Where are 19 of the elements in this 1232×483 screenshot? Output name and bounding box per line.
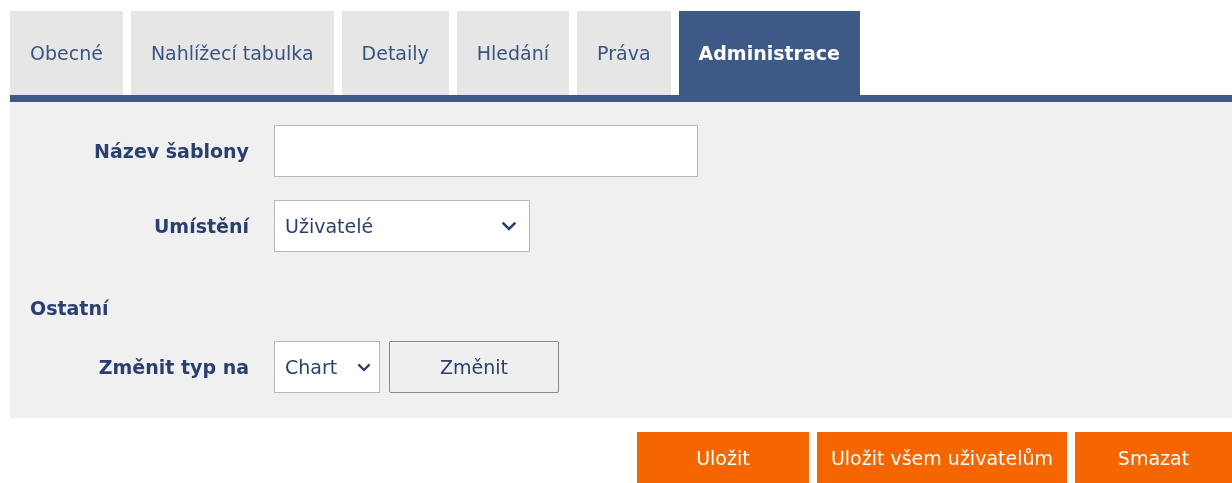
delete-button[interactable]: Smazat xyxy=(1075,432,1232,483)
section-title: Ostatní xyxy=(29,297,110,319)
field-label: Umístění xyxy=(152,215,249,237)
tab[interactable]: Práva xyxy=(577,11,671,95)
change-button[interactable]: Změnit xyxy=(389,341,559,393)
tab[interactable]: Obecné xyxy=(10,11,123,95)
save-button[interactable]: Uložit xyxy=(636,432,809,483)
field-label: Název šablony xyxy=(93,140,249,162)
tab[interactable]: Detaily xyxy=(341,11,449,95)
input-field[interactable] xyxy=(274,125,698,177)
field-label: Změnit typ na xyxy=(97,356,249,378)
select-field[interactable]: Chart xyxy=(274,341,380,393)
chevron-down-icon xyxy=(501,221,517,231)
tab[interactable]: Nahlížecí tabulka xyxy=(130,11,334,95)
tab[interactable]: Hledání xyxy=(456,11,570,95)
chevron-down-icon xyxy=(357,362,371,372)
select-field[interactable]: Uživatelé xyxy=(274,200,530,252)
save-all-button[interactable]: Uložit všem uživatelům xyxy=(816,432,1067,483)
tab[interactable]: Administrace xyxy=(678,11,860,95)
